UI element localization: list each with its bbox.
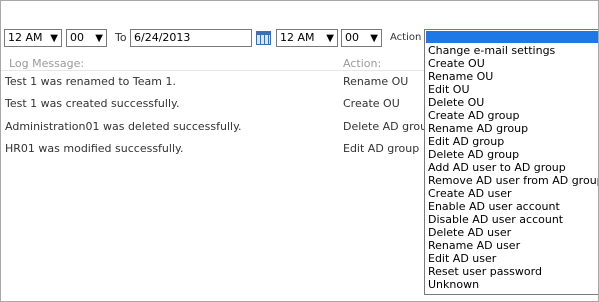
to-hour-value: 12 AM bbox=[280, 31, 315, 44]
action-label: Action bbox=[390, 32, 422, 43]
row-action: Rename OU bbox=[343, 75, 409, 88]
dropdown-option[interactable]: Create OU bbox=[425, 57, 598, 70]
to-date-input[interactable]: 6/24/2013 bbox=[130, 29, 252, 47]
dropdown-option[interactable]: Delete AD user bbox=[425, 226, 598, 239]
row-message: HR01 was modified successfully. bbox=[5, 142, 184, 155]
dropdown-option[interactable]: Rename AD user bbox=[425, 239, 598, 252]
to-date-value: 6/24/2013 bbox=[134, 31, 191, 44]
chevron-down-icon: ▼ bbox=[326, 33, 334, 44]
dropdown-option[interactable]: Edit AD user bbox=[425, 252, 598, 265]
dropdown-option[interactable]: Unknown bbox=[425, 278, 598, 291]
dropdown-option[interactable]: Create AD user bbox=[425, 187, 598, 200]
chevron-down-icon: ▼ bbox=[95, 33, 103, 44]
row-message: Test 1 was created successfully. bbox=[5, 97, 180, 110]
dropdown-option[interactable]: Edit OU bbox=[425, 83, 598, 96]
dropdown-option[interactable]: Reset user password bbox=[425, 265, 598, 278]
dropdown-option[interactable]: Change e-mail settings bbox=[425, 44, 598, 57]
dropdown-option[interactable]: Create AD group bbox=[425, 109, 598, 122]
row-action: Edit AD group bbox=[343, 142, 420, 155]
dropdown-option[interactable]: Rename OU bbox=[425, 70, 598, 83]
dropdown-option[interactable]: Disable AD user account bbox=[425, 213, 598, 226]
from-hour-value: 12 AM bbox=[8, 31, 43, 44]
from-minute-select[interactable]: 00 ▼ bbox=[66, 29, 107, 47]
row-action: Create OU bbox=[343, 97, 400, 110]
dropdown-option[interactable]: Delete AD group bbox=[425, 148, 598, 161]
dropdown-option[interactable]: Edit AD group bbox=[425, 135, 598, 148]
row-message: Test 1 was renamed to Team 1. bbox=[5, 75, 176, 88]
from-hour-select[interactable]: 12 AM ▼ bbox=[4, 29, 62, 47]
row-action: Delete AD group bbox=[343, 120, 435, 133]
to-minute-select[interactable]: 00 ▼ bbox=[341, 29, 382, 47]
dropdown-option[interactable]: Delete OU bbox=[425, 96, 598, 109]
to-label: To bbox=[115, 31, 127, 44]
row-message: Administration01 was deleted successfull… bbox=[5, 120, 242, 133]
log-message-header: Log Message: bbox=[9, 57, 85, 70]
dropdown-option[interactable]: Enable AD user account bbox=[425, 200, 598, 213]
dropdown-selected-option[interactable] bbox=[426, 31, 598, 43]
chevron-down-icon: ▼ bbox=[50, 33, 58, 44]
action-header: Action: bbox=[343, 57, 382, 70]
dropdown-option[interactable]: Add AD user to AD group bbox=[425, 161, 598, 174]
action-dropdown-list[interactable]: Change e-mail settings Create OU Rename … bbox=[424, 29, 598, 295]
dropdown-option[interactable]: Rename AD group bbox=[425, 122, 598, 135]
to-minute-value: 00 bbox=[345, 31, 359, 44]
chevron-down-icon: ▼ bbox=[370, 33, 378, 44]
calendar-icon[interactable] bbox=[256, 31, 271, 45]
to-hour-select[interactable]: 12 AM ▼ bbox=[276, 29, 338, 47]
from-minute-value: 00 bbox=[70, 31, 84, 44]
dropdown-option[interactable]: Remove AD user from AD group bbox=[425, 174, 598, 187]
log-panel: 12 AM ▼ 00 ▼ To 6/24/2013 12 AM ▼ 00 ▼ A… bbox=[0, 0, 599, 302]
